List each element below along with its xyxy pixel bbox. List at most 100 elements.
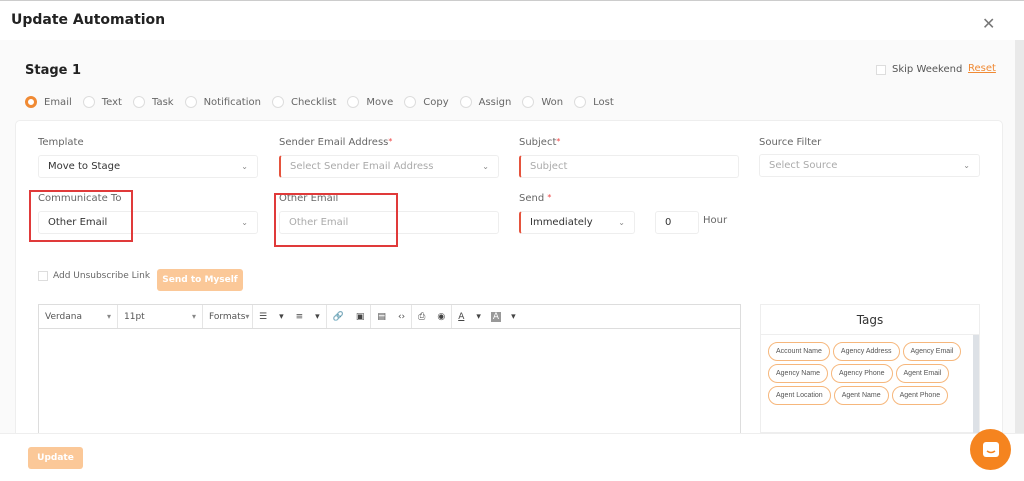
chat-launcher-button[interactable] [970,429,1011,470]
action-type-radios: Email Text Task Notification Checklist M… [25,96,625,108]
tag-chip[interactable]: Agency Name [768,364,828,383]
formats-select[interactable]: Formats ▾ [203,305,253,328]
radio-label: Assign [478,96,512,108]
media-icon[interactable]: ▤ [371,312,392,322]
editor-toolbar: Verdana ▾ 11pt ▾ Formats ▾ ☰ ▾ ≡ ▾ 🔗 ▣ ▤ ‹› ⎙ ◉ … [39,305,740,329]
update-button[interactable]: Update [28,447,83,469]
radio-checklist[interactable]: Checklist [271,96,337,108]
radio-icon[interactable] [82,96,95,108]
caret-down-icon[interactable]: ▾ [470,312,487,322]
page-scrollbar[interactable] [1015,40,1024,433]
hour-label: Hour [703,215,728,226]
formats-value: Formats [209,311,246,322]
radio-label: Task [151,96,174,108]
hours-input[interactable]: 0 [655,211,699,234]
font-value: Verdana [45,311,82,322]
radio-label: Checklist [290,96,337,108]
caret-down-icon[interactable]: ▾ [505,312,522,322]
modal-title: Update Automation [11,12,166,28]
tag-chip[interactable]: Agency Address [832,342,900,361]
radio-icon[interactable] [459,96,472,108]
radio-label: Lost [593,96,614,108]
radio-text[interactable]: Text [82,96,122,108]
highlight-box [29,190,133,242]
source-placeholder: Select Source [769,160,838,171]
chat-icon [982,441,999,457]
required-mark: * [556,137,561,146]
template-select[interactable]: Move to Stage ⌄ [38,155,258,178]
skip-weekend-label: Skip Weekend [892,64,963,75]
radio-icon[interactable] [25,96,37,108]
caret-down-icon[interactable]: ▾ [273,312,290,322]
chevron-down-icon: ⌄ [963,161,970,170]
send-label: Send * [519,193,551,204]
subject-input[interactable]: Subject [519,155,739,178]
radio-assign[interactable]: Assign [459,96,512,108]
sender-label-text: Sender Email Address [279,137,389,148]
radio-won[interactable]: Won [522,96,563,108]
tags-panel: Tags Account Name Agency Address Agency … [760,304,980,433]
tag-chip[interactable]: Agent Phone [891,386,949,405]
source-filter-select[interactable]: Select Source ⌄ [759,154,980,177]
chevron-down-icon: ⌄ [482,162,489,171]
font-size-select[interactable]: 11pt ▾ [118,305,203,328]
caret-down-icon[interactable]: ▾ [309,312,326,322]
radio-icon[interactable] [184,96,197,108]
radio-icon[interactable] [522,96,535,108]
close-icon[interactable]: ✕ [982,14,995,33]
radio-label: Copy [423,96,449,108]
chevron-down-icon: ⌄ [618,218,625,227]
required-mark: * [547,193,552,202]
caret-down-icon: ▾ [245,312,250,321]
checkbox-icon[interactable] [876,64,886,75]
tags-scrollbar[interactable] [973,335,979,433]
radio-icon[interactable] [404,96,417,108]
send-to-myself-button[interactable]: Send to Myself [157,269,243,291]
sender-email-select[interactable]: Select Sender Email Address ⌄ [279,155,499,178]
send-timing-select[interactable]: Immediately ⌄ [519,211,635,234]
radio-icon[interactable] [132,96,145,108]
sender-placeholder: Select Sender Email Address [290,161,434,172]
tag-chip[interactable]: Account Name [768,342,830,361]
send-label-text: Send [519,193,545,204]
link-icon[interactable]: 🔗 [327,312,350,322]
radio-label: Text [101,96,122,108]
caret-down-icon: ▾ [191,312,196,321]
radio-task[interactable]: Task [132,96,174,108]
font-family-select[interactable]: Verdana ▾ [39,305,118,328]
background-color-icon[interactable]: A [490,311,502,322]
print-icon[interactable]: ⎙ [412,312,431,322]
tag-chip[interactable]: Agent Location [768,386,831,405]
stage-title: Stage 1 [25,63,82,78]
radio-copy[interactable]: Copy [404,96,449,108]
unsubscribe-checkbox[interactable]: Add Unsubscribe Link [38,271,150,281]
numbered-list-icon[interactable]: ≡ [290,312,310,322]
radio-icon[interactable] [347,96,360,108]
tags-title: Tags [761,305,979,335]
radio-notification[interactable]: Notification [184,96,261,108]
text-color-icon[interactable]: A [452,312,470,322]
preview-eye-icon[interactable]: ◉ [431,312,451,322]
radio-icon[interactable] [271,96,284,108]
radio-label: Won [541,96,564,108]
bullet-list-icon[interactable]: ☰ [253,312,273,322]
tag-chip[interactable]: Agent Name [833,386,889,405]
source-filter-label: Source Filter [759,137,822,148]
skip-weekend-checkbox[interactable]: Skip Weekend [876,64,962,75]
radio-icon[interactable] [574,96,587,108]
radio-move[interactable]: Move [347,96,393,108]
tags-list: Account Name Agency Address Agency Email… [761,335,973,405]
checkbox-icon[interactable] [38,271,48,281]
image-icon[interactable]: ▣ [350,312,371,322]
tag-chip[interactable]: Agency Email [902,342,962,361]
tag-chip[interactable]: Agency Phone [830,364,893,383]
reset-link[interactable]: Reset [968,63,996,74]
tag-chip[interactable]: Agent Email [895,364,950,383]
radio-lost[interactable]: Lost [574,96,614,108]
size-value: 11pt [124,311,145,322]
rich-text-editor[interactable]: Verdana ▾ 11pt ▾ Formats ▾ ☰ ▾ ≡ ▾ 🔗 ▣ ▤ ‹› ⎙ ◉ … [38,304,741,444]
radio-label: Email [44,96,72,108]
radio-email[interactable]: Email [25,96,72,108]
code-icon[interactable]: ‹› [392,312,411,322]
subject-label: Subject* [519,137,560,148]
